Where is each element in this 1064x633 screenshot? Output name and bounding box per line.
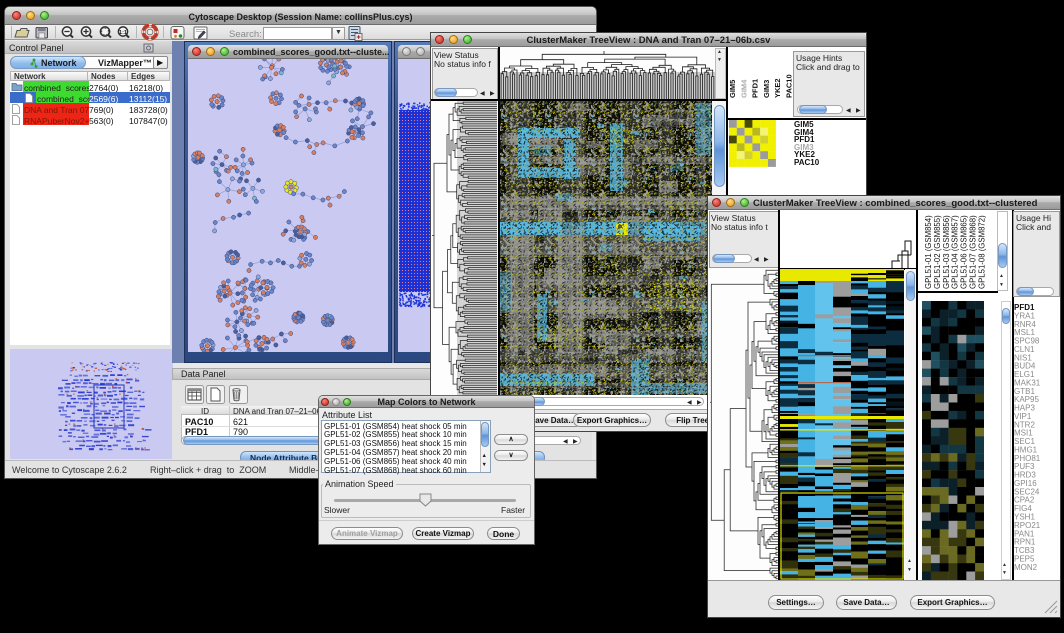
svg-text:MON2: MON2: [1014, 563, 1038, 572]
svg-text:PFD1: PFD1: [751, 79, 760, 98]
svg-text:GPL51-03 (GSM856): GPL51-03 (GSM856): [942, 215, 951, 289]
svg-text:GPL51-01 (GSM854): GPL51-01 (GSM854): [924, 215, 933, 289]
svg-text:YKE2: YKE2: [773, 78, 782, 98]
svg-text:GPL51-04 (GSM857): GPL51-04 (GSM857): [951, 215, 960, 289]
svg-text:GPL51-02 (GSM855): GPL51-02 (GSM855): [933, 215, 942, 289]
svg-text:GPL51-08 (GSM872): GPL51-08 (GSM872): [977, 215, 986, 289]
svg-text:GIM3: GIM3: [762, 80, 771, 98]
svg-text:1:1: 1:1: [119, 30, 127, 36]
svg-text:PAC10: PAC10: [785, 74, 794, 98]
svg-text:GPL51-06 (GSM865): GPL51-06 (GSM865): [960, 215, 969, 289]
svg-text:GPL51-07 (GSM868): GPL51-07 (GSM868): [969, 215, 978, 289]
svg-text:GIM4: GIM4: [739, 79, 748, 98]
svg-text:GIM5: GIM5: [728, 80, 737, 98]
